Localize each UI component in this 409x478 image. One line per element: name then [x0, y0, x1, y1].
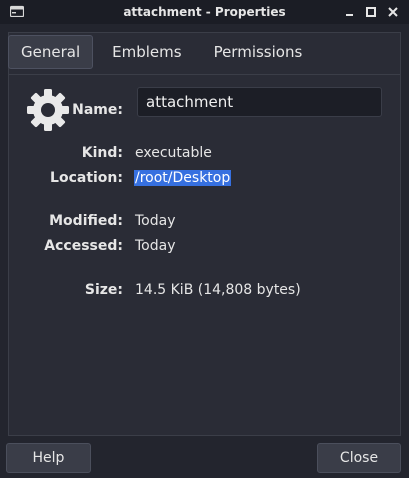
- tab-general[interactable]: General: [8, 35, 94, 69]
- location-selected-text: /root/Desktop: [134, 170, 232, 186]
- modified-label: Modified:: [49, 213, 123, 229]
- tab-emblems[interactable]: Emblems: [99, 35, 194, 69]
- location-value[interactable]: /root/Desktop: [134, 170, 232, 186]
- tab-divider: [9, 74, 400, 75]
- close-icon[interactable]: [385, 4, 401, 20]
- tab-permissions-label: Permissions: [213, 43, 303, 61]
- modified-value: Today: [135, 213, 176, 229]
- maximize-icon[interactable]: [363, 4, 379, 20]
- accessed-label: Accessed:: [44, 238, 123, 254]
- kind-value: executable: [135, 145, 212, 161]
- help-button[interactable]: Help: [6, 443, 91, 473]
- tab-permissions[interactable]: Permissions: [201, 35, 316, 69]
- tab-general-label: General: [21, 43, 81, 61]
- location-label: Location:: [50, 170, 123, 186]
- minimize-icon[interactable]: [342, 4, 358, 20]
- title-bar[interactable]: attachment - Properties: [0, 0, 409, 24]
- size-value: 14.5 KiB (14,808 bytes): [135, 282, 301, 298]
- properties-window: attachment - Properties General Emblems …: [0, 0, 409, 478]
- window-title: attachment - Properties: [123, 5, 286, 19]
- close-button-label: Close: [339, 450, 379, 466]
- tab-emblems-label: Emblems: [112, 43, 182, 61]
- help-button-label: Help: [32, 450, 65, 466]
- kind-label: Kind:: [81, 145, 123, 161]
- name-field[interactable]: [137, 87, 382, 117]
- size-label: Size:: [84, 282, 123, 298]
- folder-icon: [10, 5, 24, 17]
- name-label: Name:: [72, 102, 123, 118]
- tab-bar: General Emblems Permissions: [8, 35, 321, 69]
- accessed-value: Today: [135, 238, 176, 254]
- close-button[interactable]: Close: [317, 443, 401, 473]
